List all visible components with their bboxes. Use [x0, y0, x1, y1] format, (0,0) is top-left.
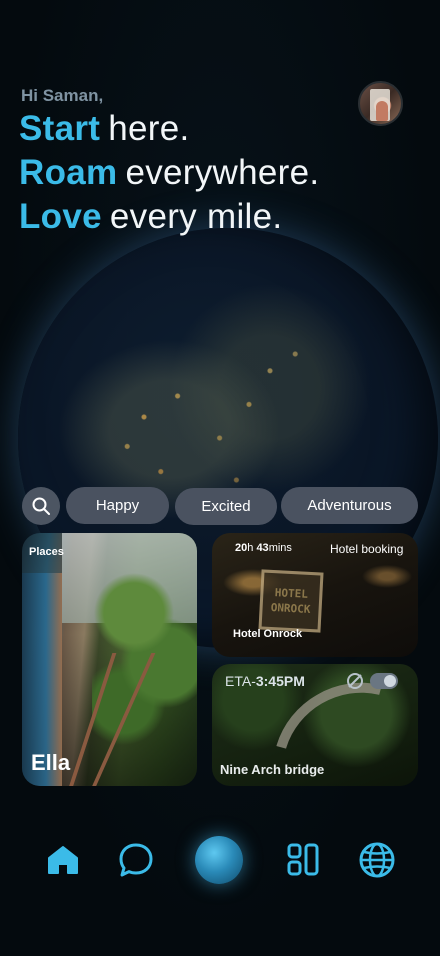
- duration-minutes: 43: [256, 542, 269, 554]
- hotel-sign-line-2: ONROCK: [270, 600, 311, 617]
- card-title-hotel: Hotel Onrock: [233, 628, 303, 640]
- search-button[interactable]: [22, 487, 60, 525]
- chat-icon: [119, 843, 153, 877]
- nav-globe-button[interactable]: [355, 838, 399, 882]
- eta-time: 3:45PM: [255, 673, 305, 689]
- ella-photo-trees: [92, 553, 197, 753]
- avatar-photo-person: [376, 101, 388, 121]
- center-action-orb[interactable]: [195, 836, 243, 884]
- eta-toggle[interactable]: [370, 673, 398, 689]
- no-sign-icon[interactable]: [345, 671, 365, 691]
- headline-accent-3: Love: [19, 197, 102, 236]
- headline-accent-2: Roam: [19, 153, 118, 192]
- nav-apps-button[interactable]: [281, 838, 325, 882]
- avatar[interactable]: [358, 81, 403, 126]
- hotel-sign-photo: HOTEL ONROCK: [258, 569, 324, 633]
- home-screen: Hi Saman, Start here. Roam everywhere. Lov…: [0, 0, 440, 956]
- mood-chip-happy[interactable]: Happy: [66, 487, 169, 524]
- card-title-ella: Ella: [31, 750, 71, 775]
- toggle-knob: [384, 675, 396, 687]
- home-icon: [48, 846, 78, 874]
- headline-rest-3: every mile.: [109, 197, 283, 236]
- search-icon: [32, 497, 50, 515]
- headline-accent-1: Start: [19, 109, 101, 148]
- greeting-text: Hi Saman,: [21, 86, 104, 105]
- mood-chip-adventurous[interactable]: Adventurous: [281, 487, 418, 524]
- headline-line-2: Roam everywhere.: [19, 153, 319, 193]
- headline-rest-1: here.: [108, 109, 190, 148]
- duration-hours-unit: h: [247, 542, 254, 554]
- headline-line-1: Start here.: [19, 109, 190, 149]
- hotel-sign-line-1: HOTEL: [274, 586, 309, 601]
- globe-icon: [359, 842, 395, 878]
- card-ella[interactable]: [22, 533, 197, 786]
- card-category-label: Places: [29, 546, 64, 558]
- nav-home-button[interactable]: [41, 838, 85, 882]
- eta-text: ETA-3:45PM: [225, 673, 305, 689]
- apps-icon: [287, 843, 319, 876]
- travel-duration: 20h 43mins: [235, 542, 292, 554]
- duration-minutes-unit: mins: [268, 542, 292, 554]
- card-title-bridge: Nine Arch bridge: [220, 762, 325, 777]
- hotel-booking-tag: Hotel booking: [330, 542, 404, 556]
- headline-line-3: Love every mile.: [19, 197, 282, 237]
- eta-label: ETA-: [225, 673, 256, 689]
- headline-rest-2: everywhere.: [125, 153, 320, 192]
- nav-chat-button[interactable]: [114, 838, 158, 882]
- duration-hours: 20: [235, 542, 248, 554]
- mood-chip-excited[interactable]: Excited: [175, 488, 277, 525]
